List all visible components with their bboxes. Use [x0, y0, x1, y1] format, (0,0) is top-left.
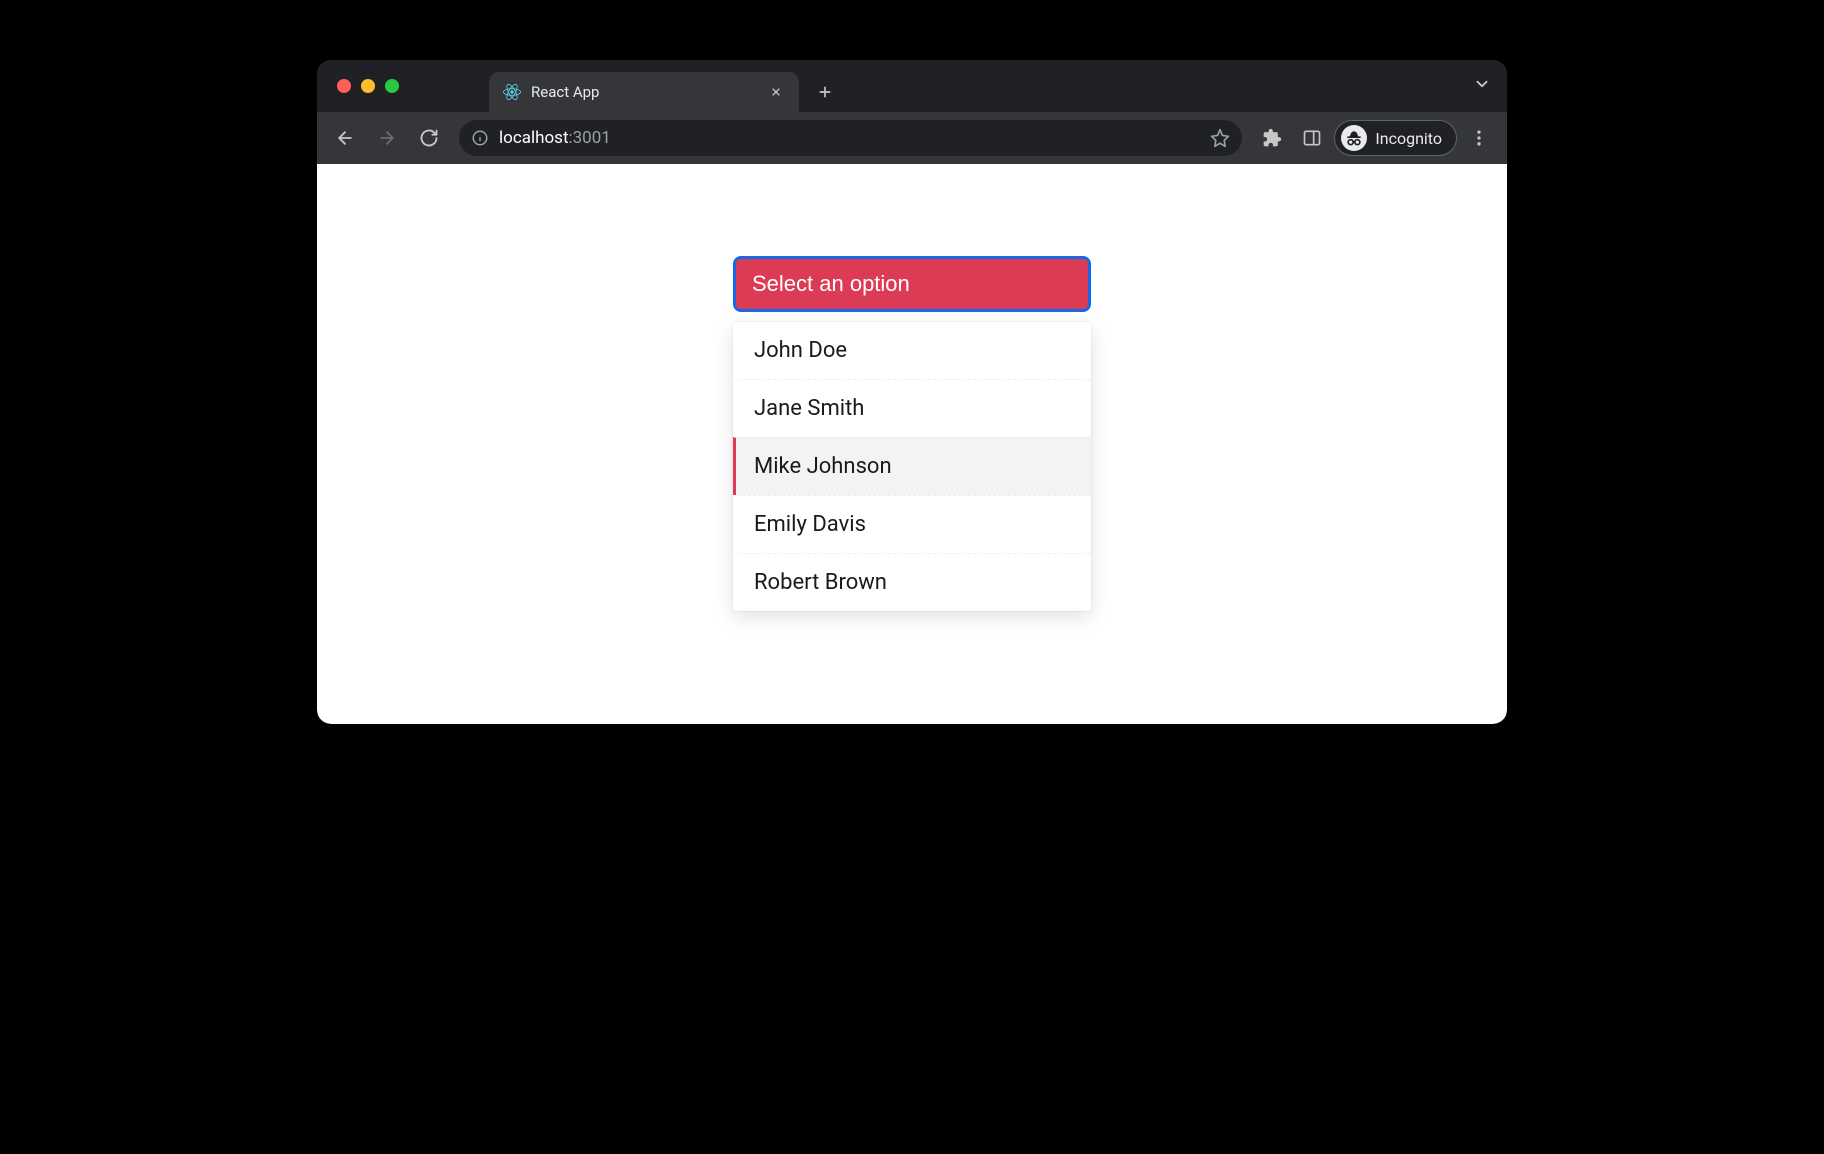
incognito-icon: [1341, 125, 1367, 151]
nav-reload-button[interactable]: [411, 120, 447, 156]
browser-window: React App local: [317, 60, 1507, 724]
url-host: localhost: [499, 128, 569, 148]
dropdown-option[interactable]: Jane Smith: [733, 379, 1091, 437]
dropdown-option[interactable]: Emily Davis: [733, 495, 1091, 553]
overflow-menu-button[interactable]: [1461, 120, 1497, 156]
url-text: localhost:3001: [499, 128, 1200, 148]
bookmark-button[interactable]: [1210, 128, 1230, 148]
side-panel-button[interactable]: [1294, 120, 1330, 156]
tab-strip: React App: [317, 60, 1507, 112]
incognito-indicator[interactable]: Incognito: [1334, 120, 1457, 156]
page-viewport: Select an option John DoeJane SmithMike …: [317, 164, 1507, 724]
address-bar[interactable]: localhost:3001: [459, 120, 1242, 156]
site-info-icon[interactable]: [471, 129, 489, 147]
react-icon: [503, 83, 521, 101]
dropdown-option[interactable]: Mike Johnson: [733, 437, 1091, 495]
tab-search-button[interactable]: [1473, 75, 1491, 97]
dropdown-menu: John DoeJane SmithMike JohnsonEmily Davi…: [733, 322, 1091, 611]
new-tab-button[interactable]: [807, 74, 843, 110]
nav-back-button[interactable]: [327, 120, 363, 156]
window-minimize-button[interactable]: [361, 79, 375, 93]
tab-close-button[interactable]: [767, 83, 785, 101]
window-close-button[interactable]: [337, 79, 351, 93]
extensions-button[interactable]: [1254, 120, 1290, 156]
dropdown-toggle[interactable]: Select an option: [733, 256, 1091, 312]
tab-title: React App: [531, 83, 757, 101]
browser-tab[interactable]: React App: [489, 72, 799, 112]
incognito-label: Incognito: [1375, 129, 1442, 148]
browser-toolbar: localhost:3001 Incognito: [317, 112, 1507, 164]
window-controls: [337, 60, 399, 112]
nav-forward-button[interactable]: [369, 120, 405, 156]
dropdown-option[interactable]: John Doe: [733, 322, 1091, 379]
dropdown: Select an option John DoeJane SmithMike …: [733, 256, 1091, 611]
dropdown-option[interactable]: Robert Brown: [733, 553, 1091, 611]
window-maximize-button[interactable]: [385, 79, 399, 93]
url-port: :3001: [569, 128, 611, 148]
